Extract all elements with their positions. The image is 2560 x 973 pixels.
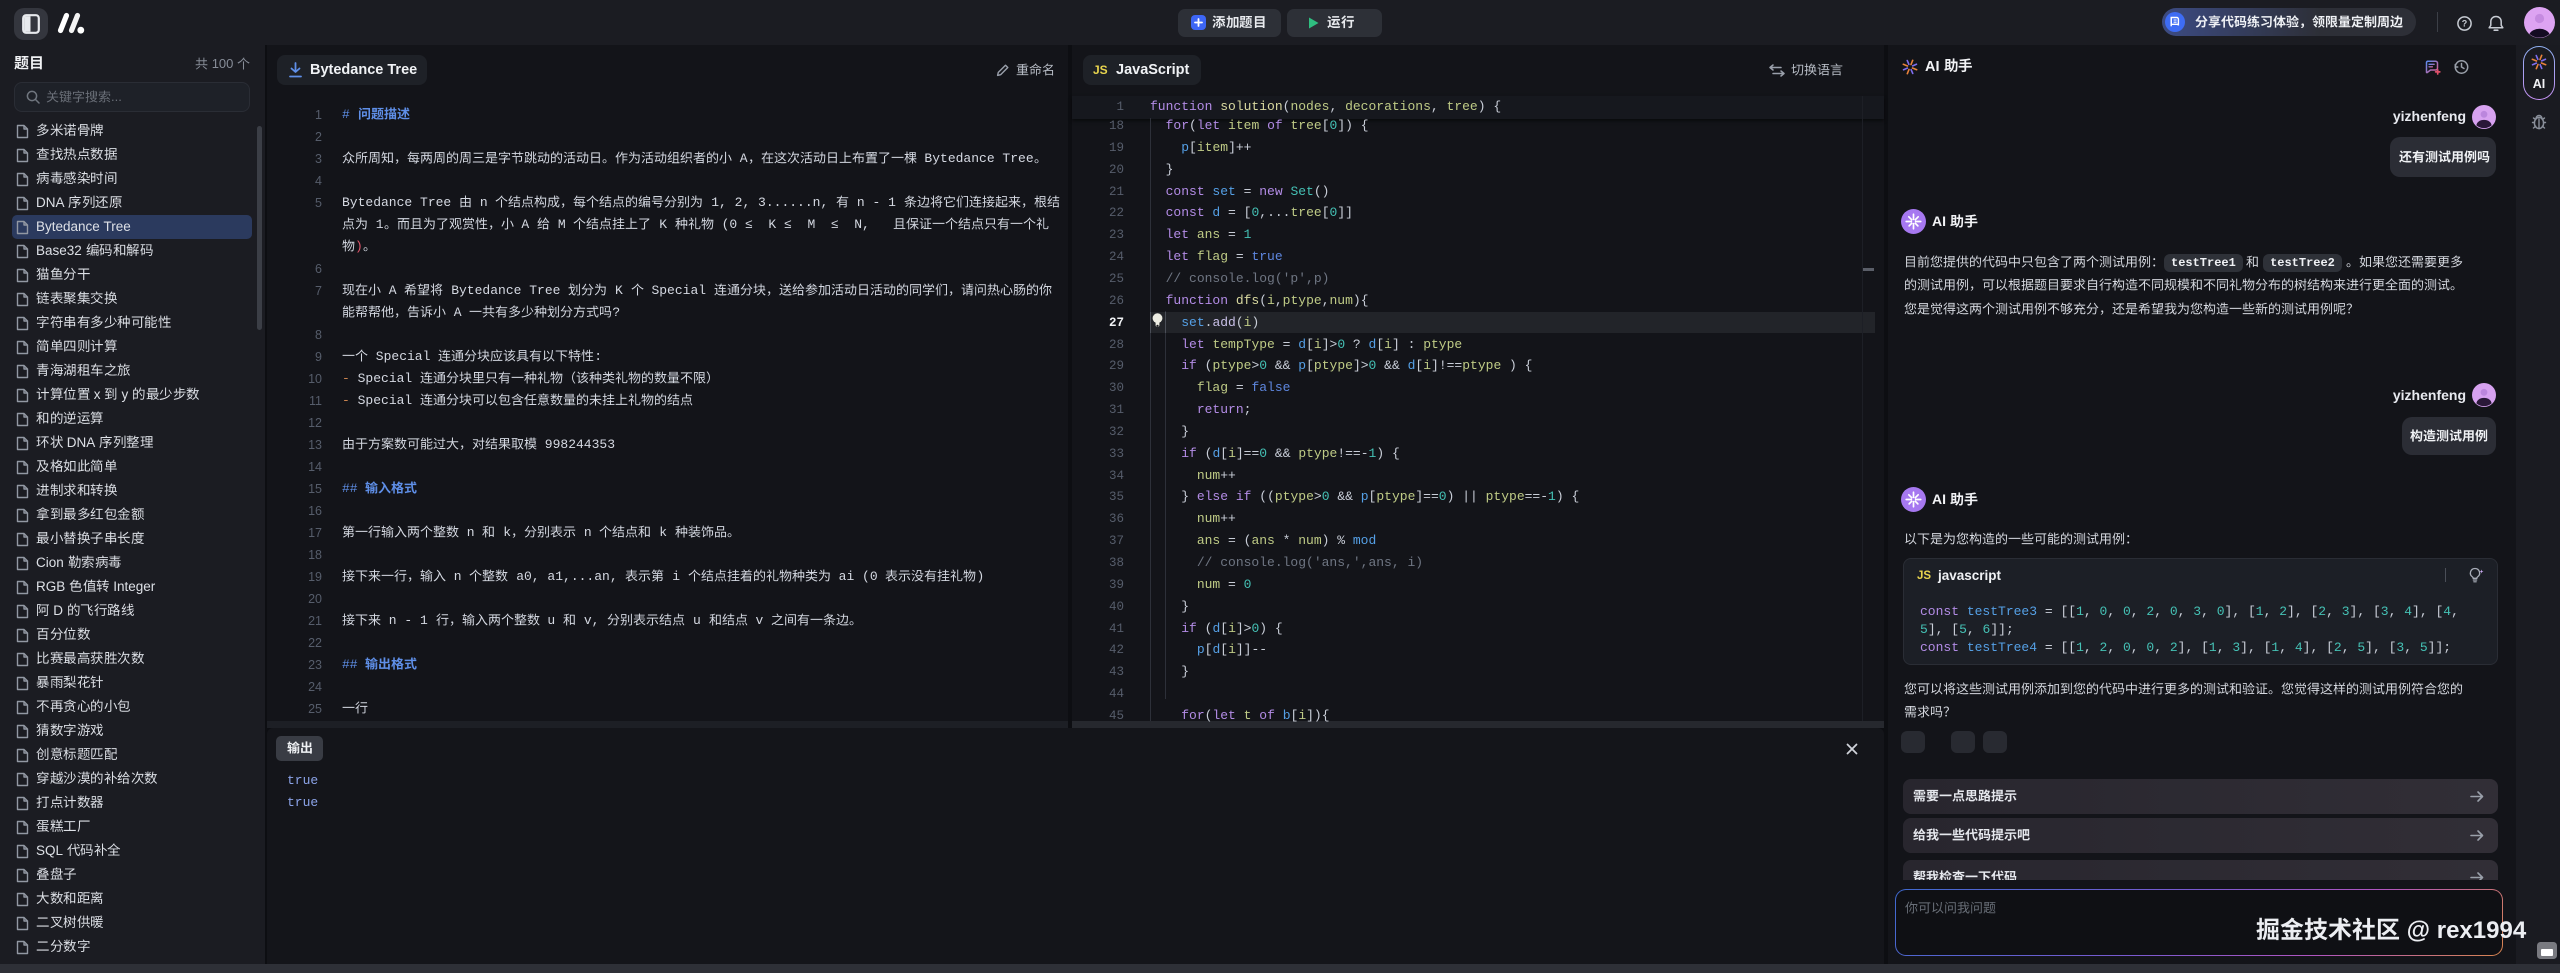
- svg-text:?: ?: [2462, 19, 2468, 29]
